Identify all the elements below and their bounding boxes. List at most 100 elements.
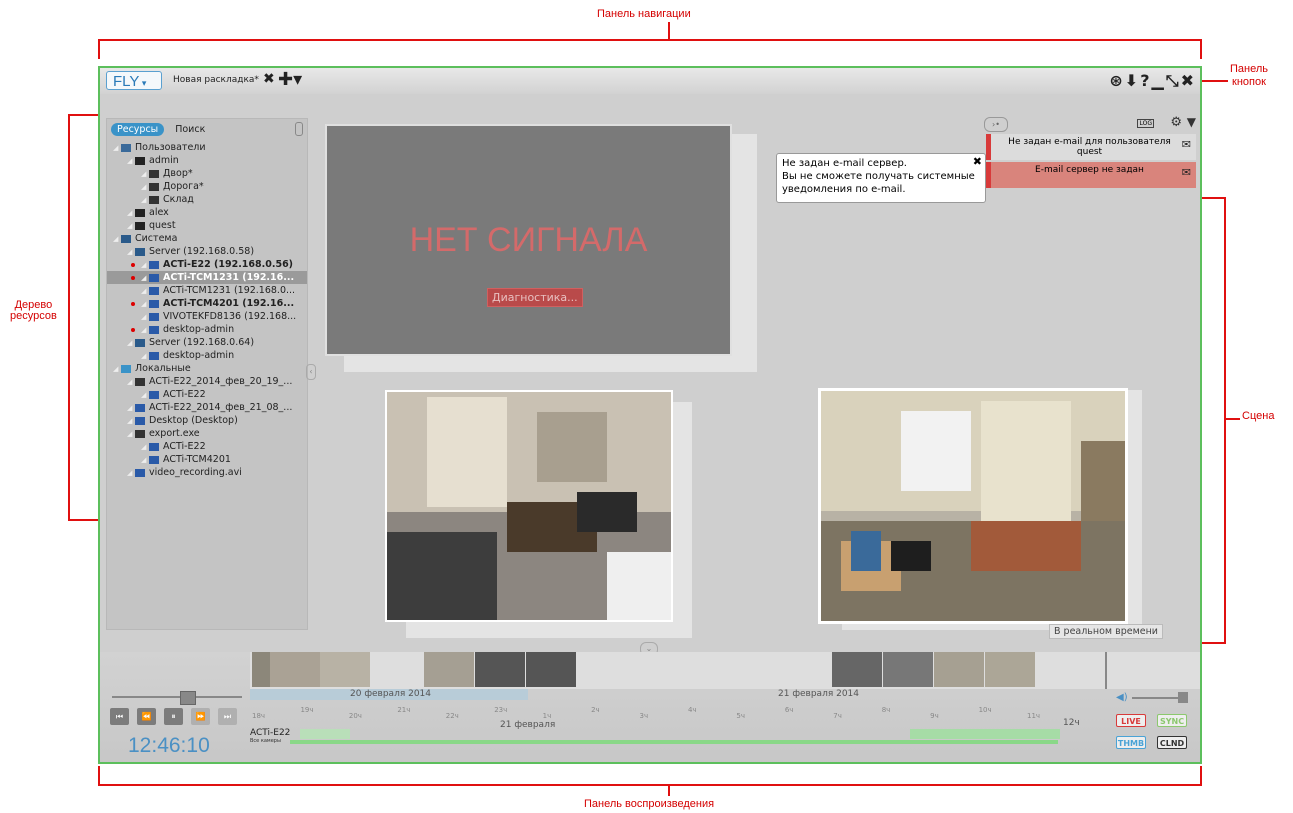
- tree-item[interactable]: ◢ ACTi-E22: [107, 440, 307, 453]
- rewind-button[interactable]: ⏪: [137, 708, 156, 725]
- close-tab-icon[interactable]: ✖: [263, 71, 275, 87]
- expand-arrow-icon[interactable]: ◢: [127, 402, 135, 414]
- expand-arrow-icon[interactable]: ◢: [127, 467, 135, 479]
- tree-item[interactable]: ◢ Server (192.168.0.58): [107, 245, 307, 258]
- tree-item[interactable]: ◢ desktop-admin: [107, 349, 307, 362]
- expand-arrow-icon[interactable]: ◢: [141, 454, 149, 466]
- skip-back-button[interactable]: ⏮: [110, 708, 129, 725]
- tree-item[interactable]: ◢ ACTi-E22 (192.168.0.56): [107, 258, 307, 271]
- expand-arrow-icon[interactable]: ◢: [127, 220, 135, 232]
- live-button[interactable]: LIVE: [1116, 714, 1146, 727]
- tree-item[interactable]: ◢ export.exe: [107, 427, 307, 440]
- skip-forward-button[interactable]: ⏭: [218, 708, 237, 725]
- tree-item[interactable]: ◢ Локальные: [107, 362, 307, 375]
- tree-item[interactable]: ◢ admin: [107, 154, 307, 167]
- notifications-toggle-icon[interactable]: ›•: [984, 117, 1008, 132]
- pause-button[interactable]: ⏸: [164, 708, 183, 725]
- tree-item[interactable]: ◢ Склад: [107, 193, 307, 206]
- expand-arrow-icon[interactable]: ◢: [141, 194, 149, 206]
- tab-search[interactable]: Поиск: [169, 123, 211, 136]
- settings-icon[interactable]: ⚙: [1170, 115, 1182, 130]
- expand-arrow-icon[interactable]: ◢: [127, 415, 135, 427]
- new-tab-icon[interactable]: ✚▾: [278, 69, 302, 90]
- close-tooltip-icon[interactable]: ✖: [973, 155, 982, 168]
- thumbnail[interactable]: [526, 652, 576, 687]
- thumbnail[interactable]: [883, 652, 933, 687]
- expand-arrow-icon[interactable]: ◢: [113, 363, 121, 375]
- volume-icon[interactable]: ◀): [1116, 692, 1128, 703]
- camera-icon: [149, 299, 159, 308]
- volume-slider-handle[interactable]: [1178, 692, 1188, 703]
- expand-arrow-icon[interactable]: ◢: [141, 324, 149, 336]
- layout-tab[interactable]: Новая раскладка*: [173, 75, 259, 85]
- thumbnail[interactable]: [424, 652, 474, 687]
- tree-item[interactable]: ◢ video_recording.avi: [107, 466, 307, 479]
- tree-item[interactable]: ◢ ACTi-TCM1231 (192.16...: [107, 271, 307, 284]
- tree-item[interactable]: ◢ Server (192.168.0.64): [107, 336, 307, 349]
- expand-arrow-icon[interactable]: ◢: [127, 155, 135, 167]
- expand-arrow-icon[interactable]: ◢: [113, 142, 121, 154]
- timeline-recording-chunk[interactable]: [300, 729, 350, 739]
- expand-arrow-icon[interactable]: ◢: [141, 298, 149, 310]
- expand-arrow-icon[interactable]: ◢: [127, 337, 135, 349]
- camera-item-office-1[interactable]: [385, 390, 673, 622]
- expand-arrow-icon[interactable]: ◢: [113, 233, 121, 245]
- speed-slider-handle[interactable]: [180, 691, 196, 705]
- expand-arrow-icon[interactable]: ◢: [141, 350, 149, 362]
- timeline-recording-bar[interactable]: [290, 740, 1058, 744]
- tree-item[interactable]: ◢ quest: [107, 219, 307, 232]
- thumbnail[interactable]: [475, 652, 525, 687]
- tree-item[interactable]: ◢ Desktop (Desktop): [107, 414, 307, 427]
- pin-icon[interactable]: [295, 122, 303, 136]
- camera-item-no-signal[interactable]: НЕТ СИГНАЛА Диагностика...: [325, 124, 732, 356]
- camera-item-office-2[interactable]: [818, 388, 1128, 624]
- tree-item[interactable]: ◢ Система: [107, 232, 307, 245]
- timeline-recording-chunk[interactable]: [910, 729, 1060, 739]
- expand-arrow-icon[interactable]: ◢: [141, 389, 149, 401]
- filter-icon[interactable]: ▼: [1187, 115, 1196, 129]
- tree-item[interactable]: ◢ Двор*: [107, 167, 307, 180]
- expand-arrow-icon[interactable]: ◢: [141, 259, 149, 271]
- diagnostics-button[interactable]: Диагностика...: [487, 288, 583, 307]
- tree-item[interactable]: ◢ ACTi-E22_2014_фев_20_19_...: [107, 375, 307, 388]
- tree-item[interactable]: ◢ desktop-admin: [107, 323, 307, 336]
- thumbnail[interactable]: [832, 652, 882, 687]
- speed-slider[interactable]: [112, 696, 242, 698]
- expand-arrow-icon[interactable]: ◢: [141, 285, 149, 297]
- tree-item[interactable]: ◢ Дорога*: [107, 180, 307, 193]
- expand-arrow-icon[interactable]: ◢: [141, 168, 149, 180]
- thumbnails-button[interactable]: THMB: [1116, 736, 1146, 749]
- main-menu-button[interactable]: FLY ▾: [106, 71, 162, 90]
- tree-item[interactable]: ◢ ACTi-TCM4201: [107, 453, 307, 466]
- expand-arrow-icon[interactable]: ◢: [141, 181, 149, 193]
- tree-item[interactable]: ◢ ACTi-E22_2014_фев_21_08_...: [107, 401, 307, 414]
- tree-item[interactable]: ◢ VIVOTEKFD8136 (192.168...: [107, 310, 307, 323]
- calendar-button[interactable]: CLND: [1157, 736, 1187, 749]
- notification-item[interactable]: Не задан e-mail для пользователя quest ✉: [986, 134, 1196, 160]
- notification-item[interactable]: E-mail сервер не задан ✉: [986, 162, 1196, 188]
- tree-item[interactable]: ◢ ACTi-TCM4201 (192.16...: [107, 297, 307, 310]
- thumbnail[interactable]: [270, 652, 320, 687]
- expand-arrow-icon[interactable]: ◢: [141, 441, 149, 453]
- thumbnail[interactable]: [320, 652, 370, 687]
- log-icon[interactable]: LOG: [1137, 119, 1154, 128]
- tab-resources[interactable]: Ресурсы: [111, 123, 165, 136]
- tree-item[interactable]: ◢ alex: [107, 206, 307, 219]
- expand-arrow-icon[interactable]: ◢: [127, 246, 135, 258]
- window-buttons[interactable]: ⊛⬇?▁⤡✖: [1109, 71, 1196, 91]
- forward-button[interactable]: ⏩: [191, 708, 210, 725]
- expand-arrow-icon[interactable]: ◢: [127, 207, 135, 219]
- tree-item[interactable]: ◢ Пользователи: [107, 141, 307, 154]
- expand-arrow-icon[interactable]: ◢: [141, 272, 149, 284]
- thumbnail[interactable]: [934, 652, 984, 687]
- sync-button[interactable]: SYNC: [1157, 714, 1187, 727]
- tree-item[interactable]: ◢ ACTi-TCM1231 (192.168.0...: [107, 284, 307, 297]
- expand-arrow-icon[interactable]: ◢: [141, 311, 149, 323]
- mail-settings-icon[interactable]: ✉: [1182, 139, 1191, 150]
- expand-arrow-icon[interactable]: ◢: [127, 428, 135, 440]
- expand-arrow-icon[interactable]: ◢: [127, 376, 135, 388]
- collapse-tree-icon[interactable]: ‹: [306, 364, 316, 380]
- thumbnail[interactable]: [985, 652, 1035, 687]
- mail-settings-icon[interactable]: ✉: [1182, 167, 1191, 178]
- tree-item[interactable]: ◢ ACTi-E22: [107, 388, 307, 401]
